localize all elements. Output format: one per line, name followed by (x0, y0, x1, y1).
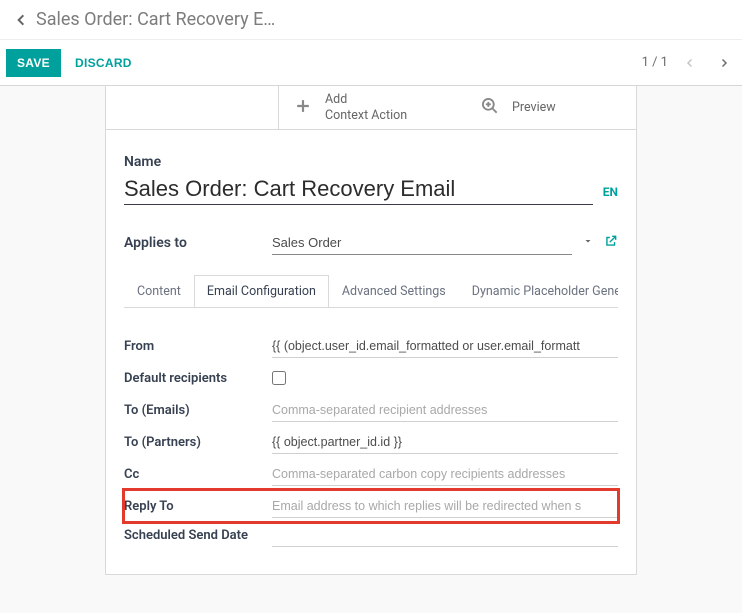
back-arrow-icon[interactable] (12, 10, 32, 30)
pager-next-icon[interactable] (712, 51, 736, 75)
add-context-line2: Context Action (325, 108, 407, 123)
tabs: Content Email Configuration Advanced Set… (124, 275, 618, 308)
preview-button[interactable]: Preview (466, 86, 636, 129)
reply-to-input[interactable] (272, 495, 618, 518)
add-context-action-button[interactable]: Add Context Action (278, 86, 466, 129)
cc-label: Cc (124, 467, 272, 482)
name-label: Name (124, 154, 618, 170)
breadcrumb-bar: Sales Order: Cart Recovery E… (0, 0, 742, 40)
default-recipients-checkbox[interactable] (272, 371, 286, 385)
tab-email-configuration[interactable]: Email Configuration (194, 275, 329, 308)
tab-content[interactable]: Content (124, 275, 194, 307)
reply-to-label: Reply To (124, 499, 272, 514)
save-button[interactable]: SAVE (6, 49, 61, 77)
pager-text: 1 / 1 (642, 55, 668, 70)
pager-prev-icon[interactable] (678, 51, 702, 75)
to-emails-input[interactable] (272, 399, 618, 422)
card-spacer (106, 86, 278, 129)
discard-button[interactable]: DISCARD (61, 50, 146, 76)
action-bar: SAVE DISCARD 1 / 1 (0, 40, 742, 85)
name-input[interactable] (124, 174, 593, 205)
chevron-down-icon[interactable] (582, 235, 594, 251)
plus-icon (293, 96, 313, 120)
magnify-plus-icon (480, 96, 500, 120)
applies-to-label: Applies to (124, 235, 272, 251)
to-partners-input[interactable] (272, 431, 618, 454)
cc-input[interactable] (272, 463, 618, 486)
form-card: Add Context Action Preview Name EN (105, 86, 637, 575)
preview-label: Preview (512, 100, 556, 116)
tab-advanced-settings[interactable]: Advanced Settings (329, 275, 459, 307)
add-context-line1: Add (325, 92, 347, 107)
from-input[interactable] (272, 335, 618, 358)
to-emails-label: To (Emails) (124, 403, 272, 418)
to-partners-label: To (Partners) (124, 435, 272, 450)
breadcrumb-title: Sales Order: Cart Recovery E… (36, 9, 275, 30)
scheduled-send-label: Scheduled Send Date (124, 524, 272, 545)
default-recipients-label: Default recipients (124, 371, 272, 386)
language-link[interactable]: EN (603, 185, 618, 205)
external-link-icon[interactable] (604, 234, 618, 252)
applies-to-input[interactable] (272, 231, 572, 255)
scheduled-send-input[interactable] (272, 524, 618, 547)
from-label: From (124, 339, 272, 354)
tab-dynamic-placeholder[interactable]: Dynamic Placeholder Generator (459, 275, 618, 307)
